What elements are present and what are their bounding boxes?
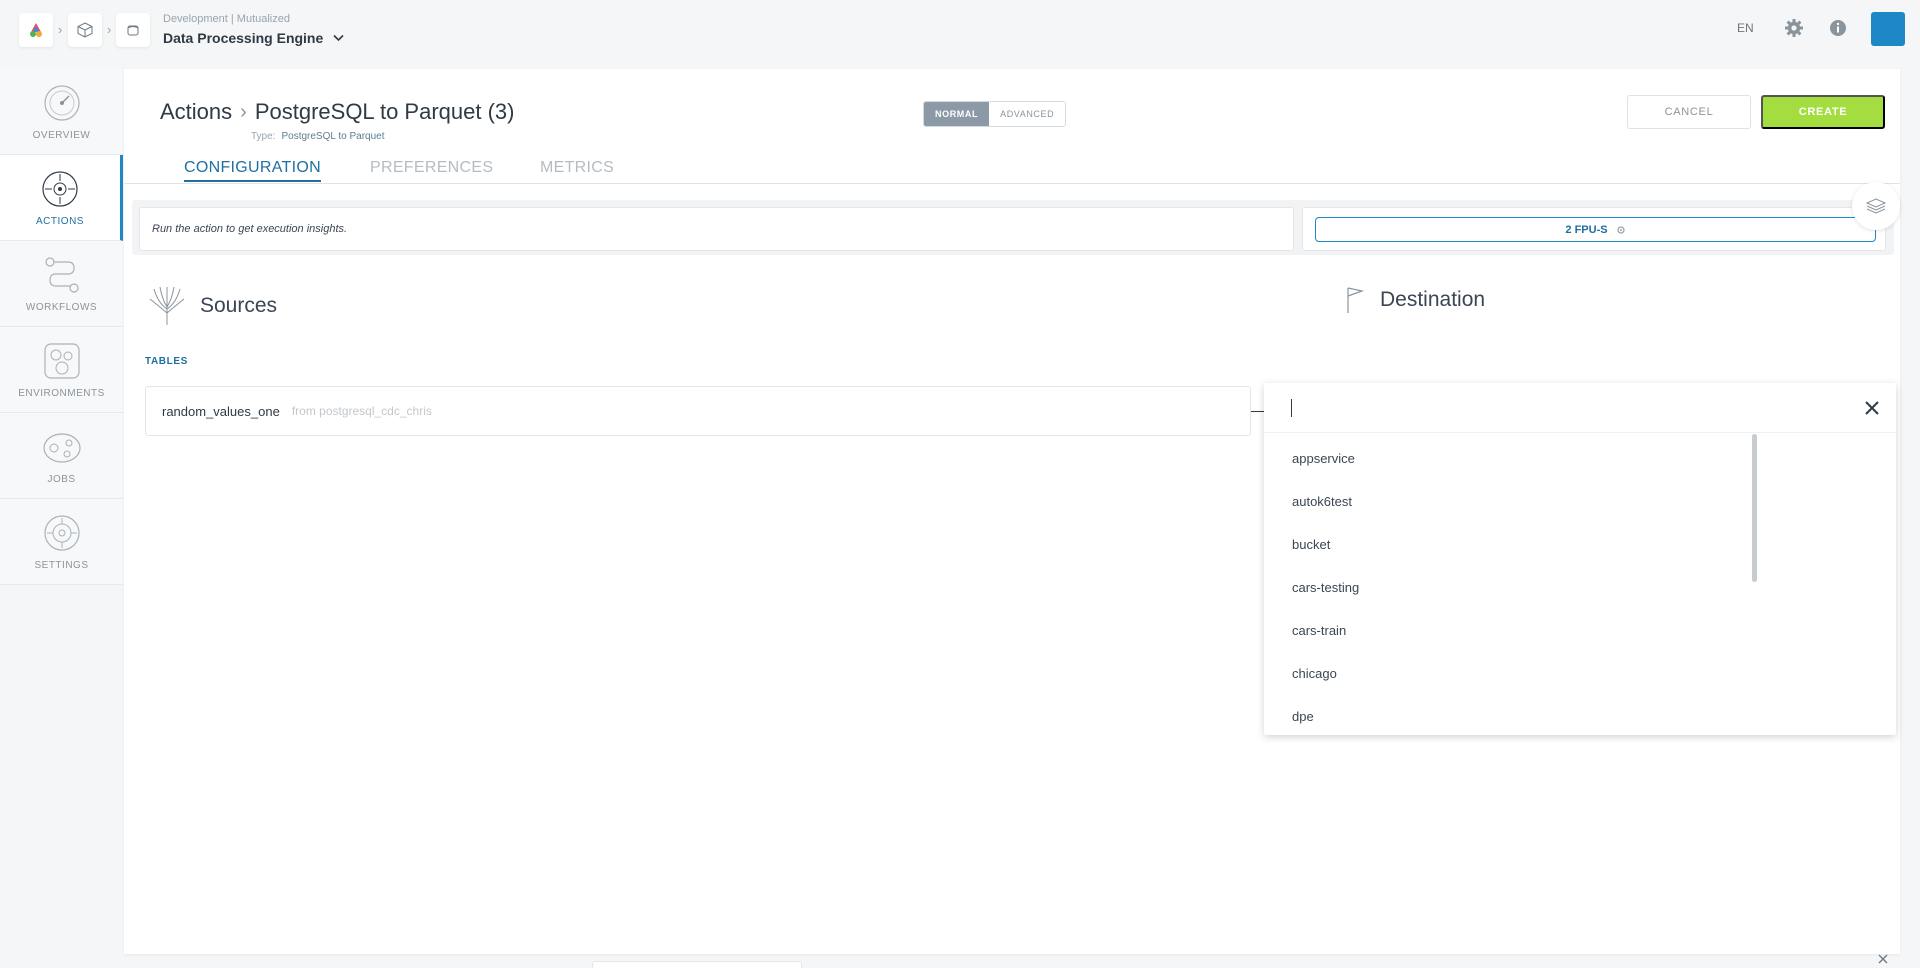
nav-label: ACTIONS <box>36 215 84 227</box>
language-selector[interactable]: EN <box>1737 21 1754 35</box>
breadcrumb-separator: › <box>107 22 112 37</box>
dropdown-scrollbar[interactable] <box>1752 434 1757 582</box>
project-name: Data Processing Engine <box>163 30 324 46</box>
mode-advanced-button[interactable]: ADVANCED <box>989 102 1066 126</box>
tab-metrics[interactable]: METRICS <box>540 159 614 177</box>
type-value: PostgreSQL to Parquet <box>281 131 385 142</box>
page-title: Actions › PostgreSQL to Parquet (3) <box>160 99 514 125</box>
project-selector[interactable]: Data Processing Engine <box>163 30 344 46</box>
tables-label: TABLES <box>145 356 188 367</box>
avatar[interactable] <box>1871 12 1905 46</box>
tab-bar: CONFIGURATION PREFERENCES METRICS <box>124 157 1900 184</box>
close-icon[interactable] <box>1876 952 1890 966</box>
destination-option[interactable]: appservice <box>1264 437 1896 480</box>
settings-icon <box>42 513 82 553</box>
destination-title: Destination <box>1380 288 1486 311</box>
mapping-connector <box>1251 411 1264 412</box>
action-title: PostgreSQL to Parquet (3) <box>254 99 515 124</box>
nav-label: WORKFLOWS <box>25 301 98 313</box>
top-bar: › › Development | Mutualized Data Proces… <box>0 0 1920 60</box>
info-icon[interactable] <box>1827 17 1849 39</box>
sources-title: Sources <box>200 294 278 317</box>
tab-configuration[interactable]: CONFIGURATION <box>184 159 321 182</box>
nav-label: JOBS <box>47 473 76 485</box>
destination-option[interactable]: autok6test <box>1264 480 1896 523</box>
tab-preferences[interactable]: PREFERENCES <box>370 159 493 177</box>
mode-normal-button[interactable]: NORMAL <box>924 102 990 126</box>
destination-option[interactable]: dpe <box>1264 695 1896 735</box>
chevron-down-icon <box>333 34 344 42</box>
destination-dropdown: appservice autok6test bucket cars-testin… <box>1264 383 1896 735</box>
breadcrumb-separator: › <box>58 22 63 37</box>
breadcrumb-actions[interactable]: Actions <box>160 99 232 125</box>
bottom-panel-tab[interactable] <box>592 961 802 968</box>
destination-option[interactable]: cars-train <box>1264 609 1896 652</box>
insights-strip: Run the action to get execution insights… <box>132 200 1894 255</box>
nav-label: OVERVIEW <box>32 129 91 141</box>
fpu-value: 2 FPU-S <box>1565 223 1608 236</box>
environments-icon <box>42 341 82 381</box>
close-icon[interactable] <box>1860 396 1884 420</box>
main-panel: Actions › PostgreSQL to Parquet (3) Type… <box>124 69 1900 954</box>
chevron-right-icon: › <box>240 100 247 123</box>
destination-option[interactable]: bucket <box>1264 523 1896 566</box>
layers-icon[interactable] <box>1852 182 1900 230</box>
nav-item-workflows[interactable]: WORKFLOWS <box>0 241 123 327</box>
fpu-selector[interactable]: 2 FPU-S <box>1315 217 1876 242</box>
source-table-origin: from postgresql_cdc_chris <box>291 404 432 418</box>
sources-icon <box>149 286 185 325</box>
nav-item-overview[interactable]: OVERVIEW <box>0 69 123 155</box>
target-icon <box>40 169 80 209</box>
engine-icon[interactable] <box>116 13 150 47</box>
org-logo-icon[interactable] <box>19 13 53 47</box>
source-table-row[interactable]: random_values_one from postgresql_cdc_ch… <box>145 386 1251 436</box>
cancel-button[interactable]: CANCEL <box>1627 95 1751 129</box>
cube-icon[interactable] <box>68 13 102 47</box>
nav-item-environments[interactable]: ENVIRONMENTS <box>0 327 123 413</box>
nav-item-jobs[interactable]: JOBS <box>0 413 123 499</box>
flag-icon <box>1347 287 1365 313</box>
action-type: Type: PostgreSQL to Parquet <box>251 131 385 142</box>
destination-search <box>1264 383 1896 433</box>
nav-label: ENVIRONMENTS <box>18 387 105 399</box>
destination-option[interactable]: cars-testing <box>1264 566 1896 609</box>
type-label: Type: <box>251 131 276 142</box>
destination-search-input[interactable] <box>1291 395 1831 421</box>
mode-toggle: NORMAL ADVANCED <box>923 101 1067 127</box>
create-button[interactable]: CREATE <box>1761 95 1885 129</box>
cog-icon <box>1616 225 1625 234</box>
jobs-icon <box>42 427 82 467</box>
environment-label: Development | Mutualized <box>163 13 290 25</box>
nav-label: SETTINGS <box>34 559 89 571</box>
sources-header: Sources <box>148 285 277 327</box>
gauge-icon <box>42 83 82 123</box>
fpu-container: 2 FPU-S <box>1302 207 1886 251</box>
nav-item-settings[interactable]: SETTINGS <box>0 499 123 585</box>
destination-option[interactable]: chicago <box>1264 652 1896 695</box>
destination-options-list: appservice autok6test bucket cars-testin… <box>1264 433 1896 735</box>
side-navigation: OVERVIEW ACTIONS WORKFLOWS ENVIRONMENTS … <box>0 69 123 585</box>
text-cursor <box>1291 399 1292 417</box>
workflow-icon <box>42 255 82 295</box>
destination-header: Destination <box>1344 285 1485 315</box>
gear-icon[interactable] <box>1783 17 1805 39</box>
nav-item-actions[interactable]: ACTIONS <box>0 155 123 241</box>
execution-insights-message: Run the action to get execution insights… <box>139 207 1294 251</box>
source-table-name: random_values_one <box>162 403 280 419</box>
